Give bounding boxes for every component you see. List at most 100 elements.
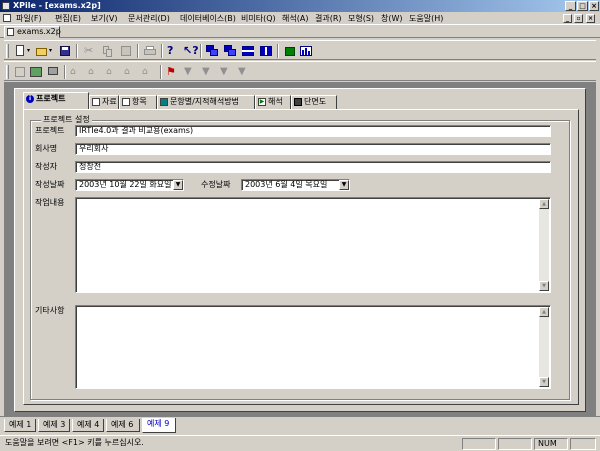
menu-database[interactable]: 데이터베이스(B) bbox=[180, 13, 236, 24]
status-bar: 도움말을 보려면 <F1> 키를 누르십시오. NUM bbox=[0, 435, 600, 451]
copy-icon[interactable] bbox=[101, 44, 115, 58]
menu-window[interactable]: 창(W) bbox=[381, 13, 403, 24]
tool-icon[interactable]: ⌂ bbox=[70, 65, 84, 79]
tab-cross-section-label: 단면도 bbox=[304, 97, 327, 106]
toolbar-grip[interactable] bbox=[6, 44, 9, 58]
bar-chart-icon[interactable] bbox=[299, 44, 313, 58]
run-icon[interactable]: ▼ bbox=[220, 65, 234, 79]
sheet-tab-example-3[interactable]: 예제 3 bbox=[38, 419, 70, 432]
new-dropdown-icon[interactable]: ▾ bbox=[27, 44, 33, 58]
sheet-tab-example-9[interactable]: 예제 9 bbox=[142, 418, 176, 433]
sheet-tab-example-4[interactable]: 예제 4 bbox=[72, 419, 104, 432]
menu-parameter[interactable]: 비미타(Q) bbox=[241, 13, 276, 24]
project-pane: i 프로젝트 자료 항목 문항별/지적해석방법 ▶ 해석 단면도 프로젝트 설정… bbox=[14, 88, 586, 412]
image-tool-icon[interactable] bbox=[29, 65, 43, 79]
toolbar-separator bbox=[160, 65, 162, 79]
run-icon[interactable]: ▼ bbox=[184, 65, 198, 79]
info-icon: i bbox=[26, 95, 34, 103]
work-content-textarea[interactable]: ▲ ▼ bbox=[75, 197, 551, 293]
run-icon[interactable]: ▼ bbox=[238, 65, 252, 79]
run-icon[interactable]: ▼ bbox=[202, 65, 216, 79]
tab-analysis[interactable]: ▶ 해석 bbox=[255, 95, 291, 109]
status-message: 도움말을 보려면 <F1> 키를 누르십시오. bbox=[5, 438, 144, 447]
scroll-up-icon[interactable]: ▲ bbox=[539, 199, 549, 209]
tab-items[interactable]: 항목 bbox=[119, 95, 157, 109]
analysis-toolbar: ⌂ ⌂ ⌂ ⌂ ⌂ ⚑ ▼ ▼ ▼ ▼ bbox=[4, 61, 596, 81]
menu-view[interactable]: 보기(V) bbox=[91, 13, 117, 24]
document-tab-label: exams.x2p bbox=[17, 27, 61, 36]
mdi-minimize-button[interactable]: _ bbox=[563, 14, 572, 23]
mdi-restore-button[interactable]: ▫ bbox=[574, 14, 583, 23]
mdi-close-button[interactable]: × bbox=[586, 14, 595, 23]
paste-icon[interactable] bbox=[119, 44, 133, 58]
print-icon[interactable] bbox=[143, 44, 157, 58]
help-icon[interactable]: ? bbox=[167, 44, 181, 58]
chevron-down-icon[interactable]: ▼ bbox=[339, 180, 349, 190]
run-flag-icon[interactable]: ⚑ bbox=[166, 65, 180, 79]
close-button[interactable]: × bbox=[589, 1, 599, 11]
tool-icon[interactable]: ⌂ bbox=[124, 65, 138, 79]
project-name-field[interactable]: IRTIe4.0과 결과 비교용(exams) bbox=[75, 125, 551, 137]
menu-analysis[interactable]: 해석(A) bbox=[282, 13, 308, 24]
menu-help[interactable]: 도움말(H) bbox=[409, 13, 443, 24]
scroll-up-icon[interactable]: ▲ bbox=[539, 307, 549, 317]
tool-icon[interactable]: ⌂ bbox=[88, 65, 102, 79]
status-panel bbox=[498, 438, 532, 450]
scroll-down-icon[interactable]: ▼ bbox=[539, 377, 549, 387]
sheet-tab-strip: 예제 1 예제 3 예제 4 예제 6 예제 9 bbox=[0, 416, 600, 435]
standard-toolbar: ▾ ▾ ✂ ? ↖? bbox=[4, 40, 596, 60]
grid-icon bbox=[160, 98, 168, 106]
toolbar-separator bbox=[200, 44, 202, 58]
minimize-button[interactable]: _ bbox=[565, 1, 576, 11]
sheet-tab-example-6[interactable]: 예제 6 bbox=[106, 419, 140, 432]
menu-result[interactable]: 결과(R) bbox=[315, 13, 342, 24]
tab-project[interactable]: i 프로젝트 bbox=[23, 92, 89, 109]
modified-date-picker[interactable]: 2003년 6월 4일 목요일 ▼ bbox=[241, 179, 350, 191]
horizontal-window-icon[interactable] bbox=[241, 44, 255, 58]
status-panel bbox=[570, 438, 596, 450]
toolbar-grip[interactable] bbox=[6, 65, 9, 79]
tab-item-analysis[interactable]: 문항별/지적해석방법 bbox=[157, 95, 255, 109]
tool-icon[interactable] bbox=[13, 65, 27, 79]
monitor-tool-icon[interactable] bbox=[46, 65, 60, 79]
open-dropdown-icon[interactable]: ▾ bbox=[49, 44, 55, 58]
menu-document[interactable]: 문서관리(D) bbox=[128, 13, 170, 24]
cross-section-icon bbox=[294, 98, 302, 106]
tab-cross-section[interactable]: 단면도 bbox=[291, 95, 337, 109]
vertical-scrollbar[interactable]: ▲ ▼ bbox=[539, 199, 549, 291]
menu-model[interactable]: 모형(S) bbox=[348, 13, 374, 24]
tab-data[interactable]: 자료 bbox=[89, 95, 119, 109]
toolbar-separator bbox=[277, 44, 279, 58]
created-date-picker[interactable]: 2003년 10월 22일 화요일 ▼ bbox=[75, 179, 184, 191]
menu-file[interactable]: 파일(F) bbox=[16, 13, 42, 24]
open-icon[interactable] bbox=[35, 44, 49, 58]
tab-data-label: 자료 bbox=[102, 97, 117, 106]
context-help-icon[interactable]: ↖? bbox=[183, 44, 199, 58]
document-icon[interactable] bbox=[3, 14, 11, 22]
tab-item-analysis-label: 문항별/지적해석방법 bbox=[170, 97, 239, 106]
sheet-tab-example-1[interactable]: 예제 1 bbox=[4, 419, 36, 432]
author-field[interactable]: 정창전 bbox=[75, 161, 551, 173]
app-icon[interactable] bbox=[2, 2, 10, 10]
project-tab-panel: 프로젝트 설정 프로젝트 IRTIe4.0과 결과 비교용(exams) 회사명… bbox=[23, 109, 579, 405]
maximize-button[interactable]: □ bbox=[577, 1, 588, 11]
project-label: 프로젝트 bbox=[35, 126, 65, 135]
vertical-scrollbar[interactable]: ▲ ▼ bbox=[539, 307, 549, 387]
tool-icon[interactable]: ⌂ bbox=[106, 65, 120, 79]
document-tab-strip: exams.x2p bbox=[0, 25, 600, 38]
save-icon[interactable] bbox=[58, 44, 72, 58]
document-tab[interactable]: exams.x2p bbox=[4, 26, 61, 38]
new-icon[interactable] bbox=[13, 44, 27, 58]
company-field[interactable]: 우리회사 bbox=[75, 143, 551, 155]
tile-window-icon[interactable] bbox=[223, 44, 237, 58]
vertical-window-icon[interactable] bbox=[259, 44, 273, 58]
cut-icon[interactable]: ✂ bbox=[84, 44, 98, 58]
menu-edit[interactable]: 편집(E) bbox=[55, 13, 81, 24]
chevron-down-icon[interactable]: ▼ bbox=[173, 180, 183, 190]
work-content-label: 작업내용 bbox=[35, 198, 65, 207]
cascade-window-icon[interactable] bbox=[205, 44, 219, 58]
export-chart-icon[interactable] bbox=[283, 44, 297, 58]
scroll-down-icon[interactable]: ▼ bbox=[539, 281, 549, 291]
notes-textarea[interactable]: ▲ ▼ bbox=[75, 305, 551, 389]
tool-icon[interactable]: ⌂ bbox=[142, 65, 156, 79]
